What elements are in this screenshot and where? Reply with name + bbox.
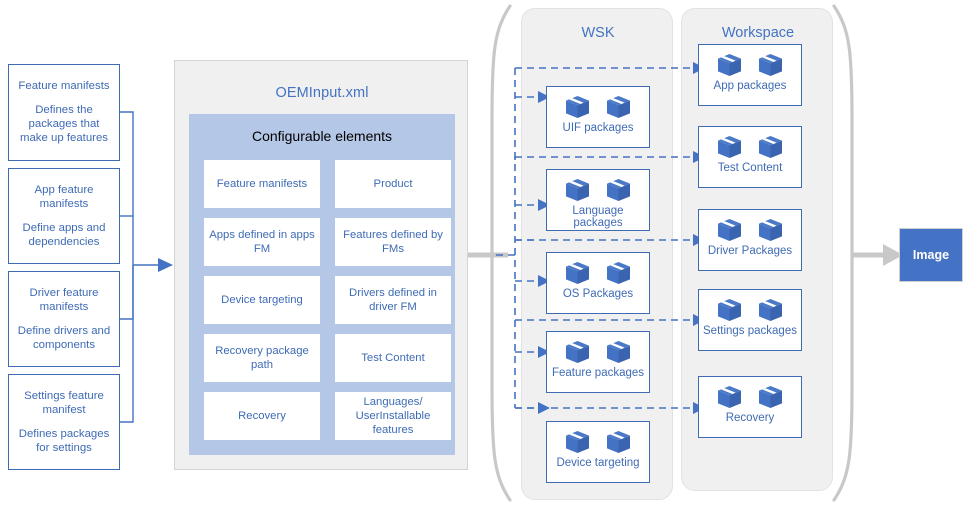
element-features-defined-by-fms: Features defined by FMs (335, 218, 451, 266)
package-box-icon (607, 96, 630, 118)
package-box-icon (759, 299, 782, 321)
diagram-canvas: Feature manifests Defines the packages t… (0, 0, 971, 506)
package-label: Recovery (725, 412, 775, 424)
package-box-icon (718, 299, 741, 321)
wsk-package-language-packages: Language packages (546, 169, 650, 231)
package-box-icon (607, 262, 630, 284)
package-box-icon (718, 136, 741, 158)
manifest-card-feature-manifests: Feature manifests Defines the packages t… (8, 64, 120, 161)
package-box-icon-group (564, 429, 632, 455)
package-box-icon (566, 96, 589, 118)
package-box-icon-group (716, 52, 784, 78)
package-box-icon (566, 179, 589, 201)
manifest-card-title: Feature manifests (18, 80, 110, 93)
manifest-card-title: App feature manifests (34, 184, 94, 211)
element-recovery: Recovery (204, 392, 320, 440)
package-box-icon-group (564, 339, 632, 365)
manifest-card-description: Defines the packages that make up featur… (19, 103, 108, 145)
package-box-icon-group (716, 297, 784, 323)
workspace-package-app-packages: App packages (698, 44, 802, 106)
package-box-icon-group (564, 260, 632, 286)
configurable-elements-panel: Configurable elements Feature manifests … (189, 114, 455, 455)
workspace-package-recovery: Recovery (698, 376, 802, 438)
package-box-icon-group (716, 134, 784, 160)
package-box-icon-group (716, 384, 784, 410)
manifest-card-app-feature-manifests: App feature manifests Define apps and de… (8, 168, 120, 264)
element-recovery-package-path: Recovery package path (204, 334, 320, 382)
image-output-label: Image (912, 248, 950, 262)
package-box-icon (718, 219, 741, 241)
manifest-card-description: Define drivers and components (17, 324, 111, 351)
wsk-title: WSK (581, 25, 615, 41)
wsk-package-device-targeting: Device targeting (546, 421, 650, 483)
left-bracket-icon (490, 4, 512, 502)
package-label: Settings packages (703, 325, 797, 337)
element-drivers-defined-in-driver-fm: Drivers defined in driver FM (335, 276, 451, 324)
package-box-icon (718, 386, 741, 408)
package-box-icon-group (564, 177, 632, 203)
package-box-icon (566, 431, 589, 453)
manifest-card-settings-feature-manifest: Settings feature manifest Defines packag… (8, 374, 120, 470)
package-box-icon (759, 54, 782, 76)
package-label: Language packages (572, 205, 624, 229)
package-box-icon (759, 219, 782, 241)
wsk-package-os-packages: OS Packages (546, 252, 650, 314)
package-box-icon (566, 262, 589, 284)
package-box-icon (566, 341, 589, 363)
configurable-elements-title: Configurable elements (251, 128, 393, 144)
package-box-icon-group (564, 94, 632, 120)
oeminput-panel: OEMInput.xml Configurable elements Featu… (174, 60, 468, 470)
element-device-targeting: Device targeting (204, 276, 320, 324)
manifest-card-title: Driver feature manifests (29, 287, 99, 314)
manifest-card-title: Settings feature manifest (24, 390, 104, 417)
package-label: Driver Packages (707, 245, 793, 257)
manifest-card-description: Defines packages for settings (18, 427, 110, 454)
image-output-box: Image (899, 228, 963, 282)
element-feature-manifests: Feature manifests (204, 160, 320, 208)
wsk-package-uif-packages: UIF packages (546, 86, 650, 148)
oeminput-title: OEMInput.xml (275, 85, 369, 101)
package-box-icon (759, 386, 782, 408)
right-bracket-icon (832, 4, 854, 502)
element-apps-defined-in-apps-fm: Apps defined in apps FM (204, 218, 320, 266)
manifest-card-driver-feature-manifests: Driver feature manifests Define drivers … (8, 271, 120, 367)
package-label: App packages (713, 80, 787, 92)
package-box-icon (759, 136, 782, 158)
workspace-package-driver-packages: Driver Packages (698, 209, 802, 271)
package-label: Feature packages (551, 367, 645, 379)
manifest-card-description: Define apps and dependencies (22, 221, 106, 248)
package-label: Device targeting (556, 457, 640, 469)
workspace-package-settings-packages: Settings packages (698, 289, 802, 351)
package-box-icon (607, 431, 630, 453)
workspace-package-test-content: Test Content (698, 126, 802, 188)
package-box-icon (607, 341, 630, 363)
element-product: Product (335, 160, 451, 208)
wsk-package-feature-packages: Feature packages (546, 331, 650, 393)
element-test-content: Test Content (335, 334, 451, 382)
element-languages-userinstallable-features: Languages/ UserInstallable features (335, 392, 451, 440)
arrowhead-icon (158, 258, 173, 272)
package-box-icon (607, 179, 630, 201)
package-label: UIF packages (562, 122, 634, 134)
package-box-icon (718, 54, 741, 76)
package-box-icon-group (716, 217, 784, 243)
workspace-title: Workspace (721, 25, 795, 41)
package-label: OS Packages (562, 288, 634, 300)
package-label: Test Content (717, 162, 783, 174)
